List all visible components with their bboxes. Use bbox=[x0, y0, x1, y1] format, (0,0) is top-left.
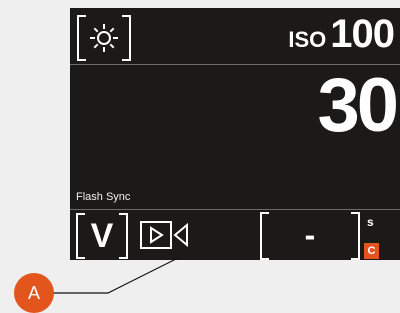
callout-a: A bbox=[14, 273, 54, 313]
callout-leader-line bbox=[52, 257, 179, 294]
